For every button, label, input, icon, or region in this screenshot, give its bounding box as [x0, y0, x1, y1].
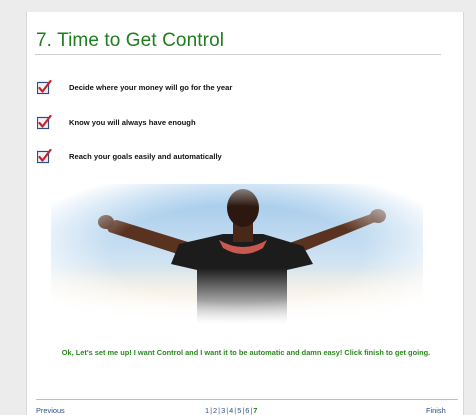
checklist-item-label: Know you will always have enough [69, 117, 196, 127]
checklist-item: Know you will always have enough [36, 112, 196, 132]
page-navigation: 1|2|3|4|5|6|7 [205, 406, 257, 415]
checklist-item: Reach your goals easily and automaticall… [36, 146, 222, 166]
call-to-action-text: Ok, Let's set me up! I want Control and … [61, 348, 431, 357]
wizard-panel: 7. Time to Get Control Decide where your… [26, 12, 464, 415]
title-divider [35, 54, 441, 55]
hero-image [51, 184, 423, 324]
page-link-7-current: 7 [253, 406, 258, 415]
checklist-item-label: Decide where your money will go for the … [69, 82, 233, 92]
previous-link[interactable]: Previous [36, 406, 65, 415]
page-title: 7. Time to Get Control [36, 30, 225, 51]
finish-link[interactable]: Finish [426, 406, 446, 415]
checklist-item-label: Reach your goals easily and automaticall… [69, 151, 222, 161]
footer-divider [36, 399, 458, 400]
checklist-item: Decide where your money will go for the … [36, 77, 233, 97]
checkbox-checked-icon [36, 79, 52, 95]
checkbox-checked-icon [36, 148, 52, 164]
checkbox-checked-icon [36, 114, 52, 130]
